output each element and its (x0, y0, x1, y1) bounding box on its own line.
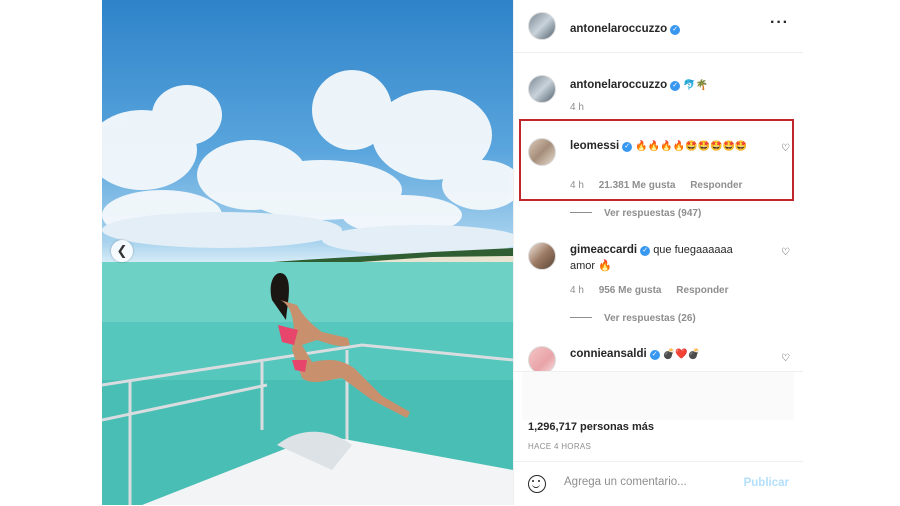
highlight-box (519, 119, 794, 201)
comment-input[interactable] (562, 475, 736, 489)
verified-badge-icon: ✓ (640, 246, 651, 256)
caption-time[interactable]: 4 h (570, 102, 584, 113)
comments-list[interactable]: antonelaroccuzzo ✓ 🐬🌴 4 h leomessi ✓ 🔥🔥🔥🔥🤩… (514, 53, 803, 371)
post-header: antonelaroccuzzo ✓ ··· (514, 0, 803, 53)
previous-photo-button[interactable]: ❮ (111, 240, 133, 262)
comments-panel: antonelaroccuzzo ✓ ··· antonelaroccuzzo ✓ … (513, 0, 803, 505)
comment-body: 💣❤️💣 (662, 349, 701, 360)
caption-username[interactable]: antonelaroccuzzo (570, 79, 667, 91)
author-avatar[interactable] (528, 12, 556, 40)
heart-outline-icon[interactable]: ♡ (781, 247, 790, 258)
caption-emoji: 🐬🌴 (683, 80, 709, 91)
caption-row: antonelaroccuzzo ✓ 🐬🌴 4 h (528, 71, 790, 121)
caption-meta: 4 h (570, 102, 596, 113)
comment-avatar[interactable] (528, 242, 556, 270)
author-username[interactable]: antonelaroccuzzo (570, 23, 667, 35)
comment-avatar[interactable] (528, 346, 556, 371)
view-replies-button[interactable]: Ver respuestas (26) (570, 313, 696, 324)
comment-row: connieansaldi ✓ 💣❤️💣 ♡ (528, 343, 790, 371)
beach-boat-illustration (102, 70, 513, 505)
post-photo[interactable]: ❮ (102, 0, 513, 505)
author-name-wrap: antonelaroccuzzo ✓ (570, 19, 681, 37)
verified-badge-icon: ✓ (670, 25, 681, 35)
caption-text: antonelaroccuzzo ✓ 🐬🌴 (570, 77, 760, 94)
publish-button[interactable]: Publicar (744, 477, 789, 489)
add-comment-bar: Publicar (514, 461, 803, 506)
obscured-actions-area (522, 372, 794, 420)
caption-avatar[interactable] (528, 75, 556, 103)
reply-button[interactable]: Responder (676, 285, 728, 296)
comment-text: gimeaccardi ✓ que fuegaaaaaa amor 🔥 (570, 242, 760, 274)
chevron-left-icon: ❮ (116, 243, 128, 258)
comment-meta: 4 h 956 Me gusta Responder (570, 285, 741, 296)
heart-outline-icon[interactable]: ♡ (781, 353, 790, 364)
emoji-smile-icon[interactable] (528, 475, 546, 493)
view-replies-button[interactable]: Ver respuestas (947) (570, 208, 701, 219)
more-options-icon[interactable]: ··· (770, 14, 789, 32)
comment-username[interactable]: connieansaldi (570, 348, 647, 360)
verified-badge-icon: ✓ (670, 81, 681, 91)
likes-count[interactable]: 1,296,717 personas más (528, 421, 654, 433)
instagram-post: ❮ antonelaroccuzzo ✓ ··· antonelaroccuzzo… (102, 0, 803, 505)
likes-suffix: personas más (580, 421, 654, 433)
likes-section: 1,296,717 personas más HACE 4 HORAS (514, 371, 803, 462)
comment-text: connieansaldi ✓ 💣❤️💣 (570, 346, 760, 363)
likes-number: 1,296,717 (528, 421, 577, 433)
comment-likes[interactable]: 956 Me gusta (599, 285, 662, 296)
comment-time[interactable]: 4 h (570, 285, 584, 296)
comment-username[interactable]: gimeaccardi (570, 244, 637, 256)
verified-badge-icon: ✓ (649, 350, 660, 360)
post-timestamp: HACE 4 HORAS (528, 442, 592, 451)
comment-row: gimeaccardi ✓ que fuegaaaaaa amor 🔥 ♡ 4 h… (528, 239, 790, 299)
